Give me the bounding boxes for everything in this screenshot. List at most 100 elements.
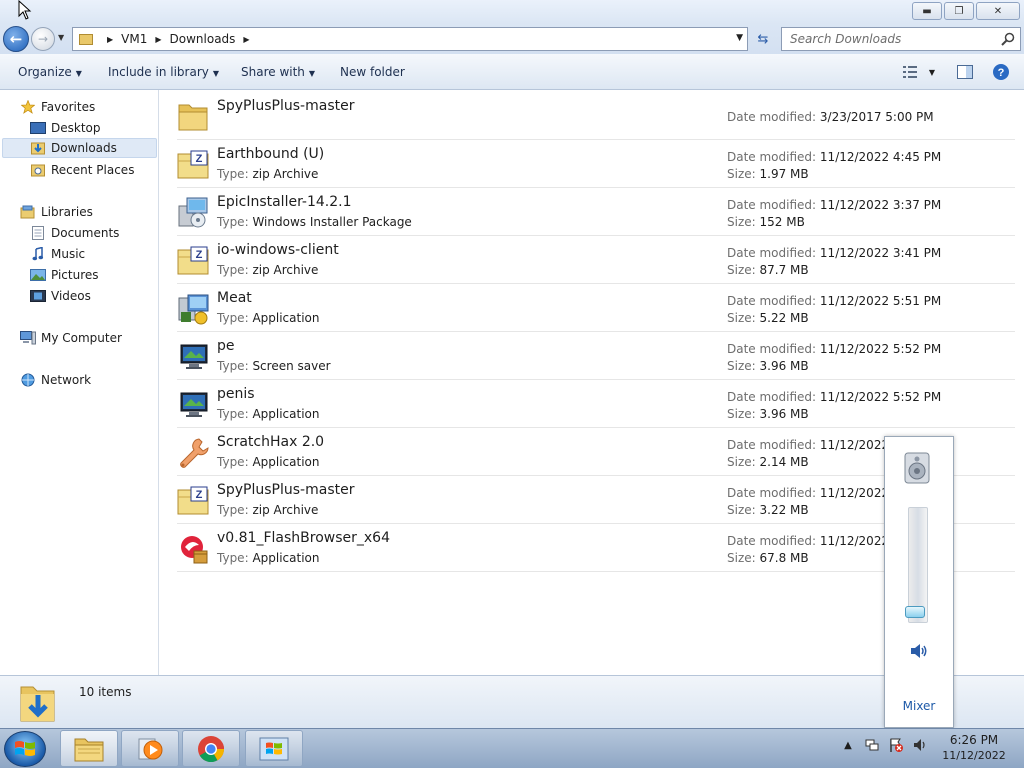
address-dropdown-icon[interactable]: ▼ xyxy=(736,33,743,43)
nav-pictures[interactable]: Pictures xyxy=(30,265,99,285)
clock-time: 6:26 PM xyxy=(949,733,999,747)
file-date-modified: Date modified: 11/12/2022 5:52 PM xyxy=(727,390,941,404)
file-date-modified: Date modified: 11/12/2022 3:37 PM xyxy=(727,198,941,212)
nav-my-computer[interactable]: My Computer xyxy=(20,328,122,348)
view-options-dropdown[interactable]: ▼ xyxy=(922,62,942,82)
nav-documents[interactable]: Documents xyxy=(30,223,119,243)
volume-tray-icon[interactable] xyxy=(912,737,928,753)
back-button[interactable]: ← xyxy=(3,26,29,52)
nav-recent-places-label: Recent Places xyxy=(51,163,135,177)
file-type: Type: zip Archive xyxy=(217,167,318,181)
file-row[interactable]: penis Type: Application Date modified: 11/… xyxy=(177,380,1015,428)
file-row[interactable]: pe Type: Screen saver Date modified: 11/12… xyxy=(177,332,1015,380)
nav-favorites-label: Favorites xyxy=(41,100,96,114)
title-bar: ▬ ❐ ✕ xyxy=(0,0,1024,24)
type-value: zip Archive xyxy=(252,167,319,181)
size-label: Size: xyxy=(727,551,756,565)
taskbar-explorer[interactable] xyxy=(60,730,118,767)
network-tray-icon[interactable] xyxy=(864,737,880,753)
nav-recent-places[interactable]: Recent Places xyxy=(30,160,134,180)
taskbar-windows-app[interactable] xyxy=(245,730,303,767)
search-input[interactable] xyxy=(782,28,992,50)
maximize-button[interactable]: ❐ xyxy=(944,2,974,20)
date-modified-label: Date modified: xyxy=(727,534,817,548)
refresh-button[interactable]: ⇆ xyxy=(751,28,775,50)
action-center-flag-icon[interactable] xyxy=(888,737,904,753)
size-label: Size: xyxy=(727,167,756,181)
music-icon xyxy=(30,247,46,261)
nav-videos[interactable]: Videos xyxy=(30,286,91,306)
media-player-icon xyxy=(138,738,163,759)
view-details-icon xyxy=(903,66,917,78)
recent-places-icon xyxy=(30,163,46,177)
minimize-button[interactable]: ▬ xyxy=(912,2,942,20)
clock[interactable]: 6:26 PM 11/12/2022 xyxy=(938,733,1010,762)
file-name: penis xyxy=(217,386,255,402)
file-size: Size: 3.96 MB xyxy=(727,407,809,421)
organize-button[interactable]: Organize ▼ xyxy=(18,65,82,79)
date-modified-label: Date modified: xyxy=(727,110,817,124)
file-type: Type: Application xyxy=(217,551,320,565)
recent-pages-button[interactable]: ▼ xyxy=(58,33,64,42)
search-box[interactable] xyxy=(781,27,1021,51)
address-bar[interactable]: ▶ VM1 ▶ Downloads ▶ ▼ xyxy=(72,27,748,51)
navigation-pane: Favorites Desktop Downloads Recent Place… xyxy=(0,90,159,675)
speaker-icon[interactable] xyxy=(909,643,929,659)
new-folder-button[interactable]: New folder xyxy=(340,65,405,79)
breadcrumb-downloads[interactable]: Downloads xyxy=(170,32,236,46)
file-date-modified: Date modified: 3/23/2017 5:00 PM xyxy=(727,110,934,124)
file-size: Size: 152 MB xyxy=(727,215,805,229)
close-button[interactable]: ✕ xyxy=(976,2,1020,20)
speakers-icon[interactable] xyxy=(902,452,932,484)
include-in-library-label: Include in library xyxy=(108,65,209,79)
type-label: Type: xyxy=(217,263,249,277)
size-label: Size: xyxy=(727,407,756,421)
share-with-button[interactable]: Share with ▼ xyxy=(241,65,315,79)
zip-icon: Z xyxy=(177,484,211,518)
start-button[interactable] xyxy=(4,731,46,767)
window-controls: ▬ ❐ ✕ xyxy=(912,2,1020,20)
type-value: zip Archive xyxy=(252,263,319,277)
file-row[interactable]: Z Earthbound (U) Type: zip Archive Date mod… xyxy=(177,140,1015,188)
nav-libraries[interactable]: Libraries xyxy=(20,202,93,222)
date-modified-label: Date modified: xyxy=(727,390,817,404)
taskbar-chrome[interactable] xyxy=(182,730,240,767)
libraries-icon xyxy=(20,205,36,219)
file-row[interactable]: SpyPlusPlus-master Date modified: 3/23/20… xyxy=(177,92,1015,140)
file-date-modified: Date modified: 11/12/2022 5:52 PM xyxy=(727,342,941,356)
nav-pictures-label: Pictures xyxy=(51,268,99,282)
nav-music[interactable]: Music xyxy=(30,244,85,264)
show-hidden-icons-icon[interactable]: ▲ xyxy=(840,737,856,753)
include-in-library-button[interactable]: Include in library ▼ xyxy=(108,65,219,79)
size-label: Size: xyxy=(727,311,756,325)
file-name: ScratchHax 2.0 xyxy=(217,434,325,450)
breadcrumb-vm1[interactable]: VM1 xyxy=(121,32,147,46)
search-icon[interactable] xyxy=(1000,31,1016,47)
breadcrumb-chevron-icon[interactable]: ▶ xyxy=(155,35,161,44)
folder-icon xyxy=(177,100,211,134)
change-view-button[interactable] xyxy=(900,62,920,82)
folder-icon xyxy=(79,33,93,45)
volume-slider-thumb[interactable] xyxy=(905,605,925,618)
file-row[interactable]: EpicInstaller-14.2.1 Type: Windows Instal… xyxy=(177,188,1015,236)
organize-label: Organize xyxy=(18,65,72,79)
forward-button[interactable]: → xyxy=(31,27,55,51)
mouse-cursor-icon xyxy=(18,0,32,20)
nav-favorites[interactable]: Favorites xyxy=(20,97,95,117)
type-value: Windows Installer Package xyxy=(252,215,412,229)
breadcrumb-chevron-icon[interactable]: ▶ xyxy=(107,35,113,44)
file-row[interactable]: Meat Type: Application Date modified: 11/1… xyxy=(177,284,1015,332)
preview-pane-button[interactable] xyxy=(955,62,975,82)
taskbar-media-player[interactable] xyxy=(121,730,179,767)
size-value: 1.97 MB xyxy=(759,167,809,181)
breadcrumb-chevron-icon[interactable]: ▶ xyxy=(243,35,249,44)
size-value: 152 MB xyxy=(759,215,805,229)
size-label: Size: xyxy=(727,215,756,229)
nav-network[interactable]: Network xyxy=(20,370,91,390)
file-name: Earthbound (U) xyxy=(217,146,325,162)
help-button[interactable]: ? xyxy=(991,62,1011,82)
file-row[interactable]: Zio-windows-client Type: zip Archive Date … xyxy=(177,236,1015,284)
mixer-link[interactable]: Mixer xyxy=(885,699,953,713)
nav-downloads[interactable]: Downloads xyxy=(2,138,157,158)
nav-desktop[interactable]: Desktop xyxy=(30,118,101,138)
